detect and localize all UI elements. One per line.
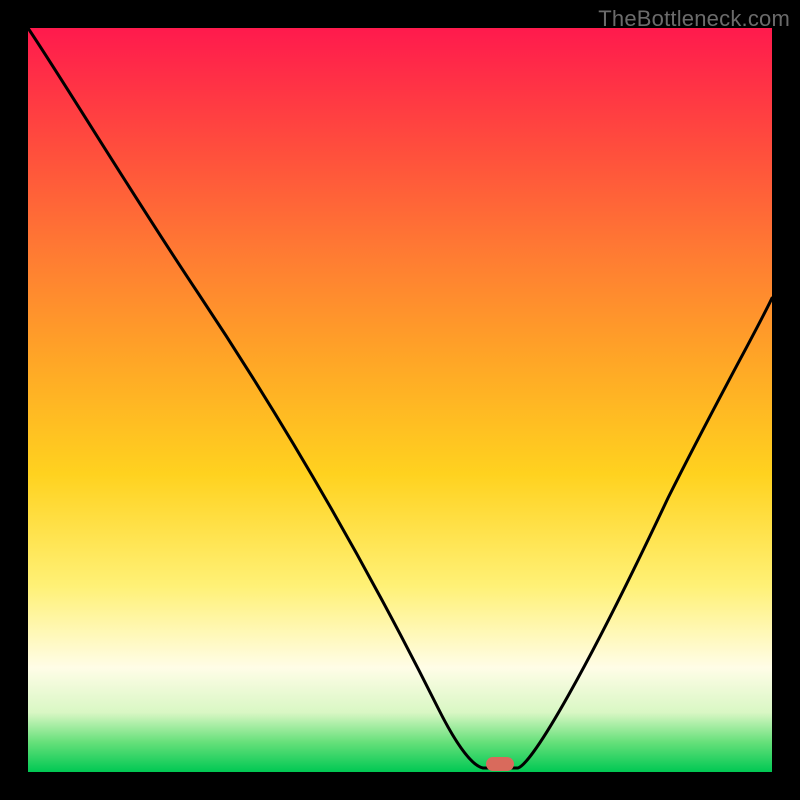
optimal-point-marker	[486, 757, 514, 771]
bottleneck-curve	[28, 28, 772, 772]
watermark-text: TheBottleneck.com	[598, 6, 790, 32]
curve-path	[28, 28, 772, 768]
chart-plot-area	[28, 28, 772, 772]
chart-frame: TheBottleneck.com	[0, 0, 800, 800]
